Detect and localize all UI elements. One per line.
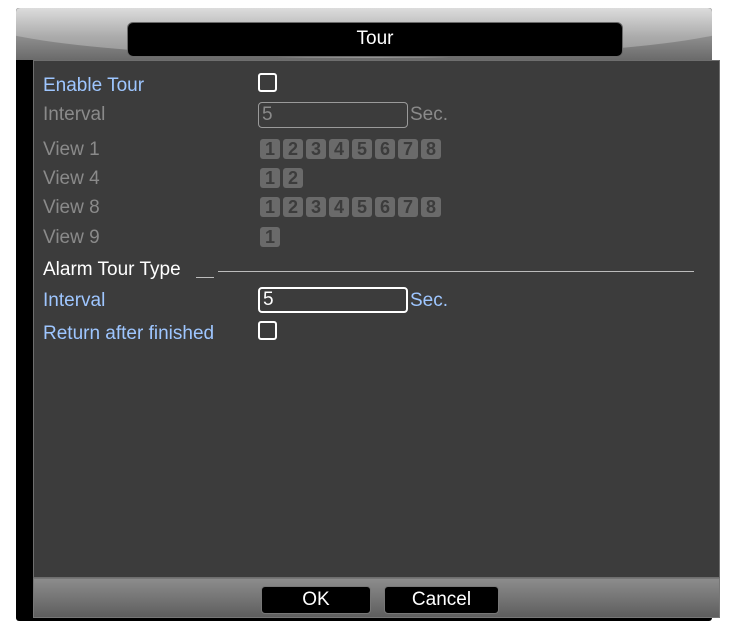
channel-chip[interactable]: 2 <box>283 197 303 217</box>
channel-chip[interactable]: 7 <box>398 197 418 217</box>
channel-chip[interactable]: 2 <box>283 139 303 159</box>
channel-chip[interactable]: 3 <box>306 139 326 159</box>
channel-chip[interactable]: 1 <box>260 227 280 247</box>
channel-chip[interactable]: 4 <box>329 197 349 217</box>
view-4-label: View 4 <box>43 168 100 189</box>
tour-interval-unit: Sec. <box>410 104 449 125</box>
channel-chip[interactable]: 2 <box>283 168 303 188</box>
enable-tour-label: Enable Tour <box>43 75 145 96</box>
channel-chip[interactable]: 6 <box>375 139 395 159</box>
channel-chip[interactable]: 3 <box>306 197 326 217</box>
view-9-label: View 9 <box>43 227 100 248</box>
view-1-channels: 12345678 <box>260 139 441 159</box>
enable-tour-checkbox[interactable] <box>258 73 277 92</box>
view-8-channels: 12345678 <box>260 197 441 217</box>
channel-chip[interactable]: 1 <box>260 168 280 188</box>
view-1-label: View 1 <box>43 139 100 160</box>
channel-chip[interactable]: 5 <box>352 197 372 217</box>
tour-interval-input[interactable]: 5 <box>258 102 408 128</box>
view-4-channels: 12 <box>260 168 303 188</box>
content-panel: Enable Tour Interval 5 Sec. View 1 12345… <box>33 60 720 578</box>
alarm-tour-type-heading: Alarm Tour Type <box>43 259 181 280</box>
alarm-interval-input[interactable]: 5 <box>258 287 408 313</box>
dialog-footer <box>33 578 720 618</box>
section-divider <box>218 271 694 272</box>
channel-chip[interactable]: 1 <box>260 197 280 217</box>
channel-chip[interactable]: 5 <box>352 139 372 159</box>
channel-chip[interactable]: 4 <box>329 139 349 159</box>
dialog-title: Tour <box>127 22 623 57</box>
alarm-interval-label: Interval <box>43 290 106 311</box>
channel-chip[interactable]: 1 <box>260 139 280 159</box>
channel-chip[interactable]: 8 <box>421 197 441 217</box>
alarm-interval-unit: Sec. <box>410 290 449 311</box>
view-9-channels: 1 <box>260 227 280 247</box>
section-divider-short <box>196 277 214 278</box>
channel-chip[interactable]: 6 <box>375 197 395 217</box>
ok-button[interactable]: OK <box>261 586 371 614</box>
return-after-finished-label: Return after finished <box>43 323 215 344</box>
cancel-button[interactable]: Cancel <box>384 586 499 614</box>
return-after-finished-checkbox[interactable] <box>258 321 277 340</box>
view-8-label: View 8 <box>43 197 100 218</box>
channel-chip[interactable]: 7 <box>398 139 418 159</box>
channel-chip[interactable]: 8 <box>421 139 441 159</box>
tour-interval-label: Interval <box>43 104 106 125</box>
